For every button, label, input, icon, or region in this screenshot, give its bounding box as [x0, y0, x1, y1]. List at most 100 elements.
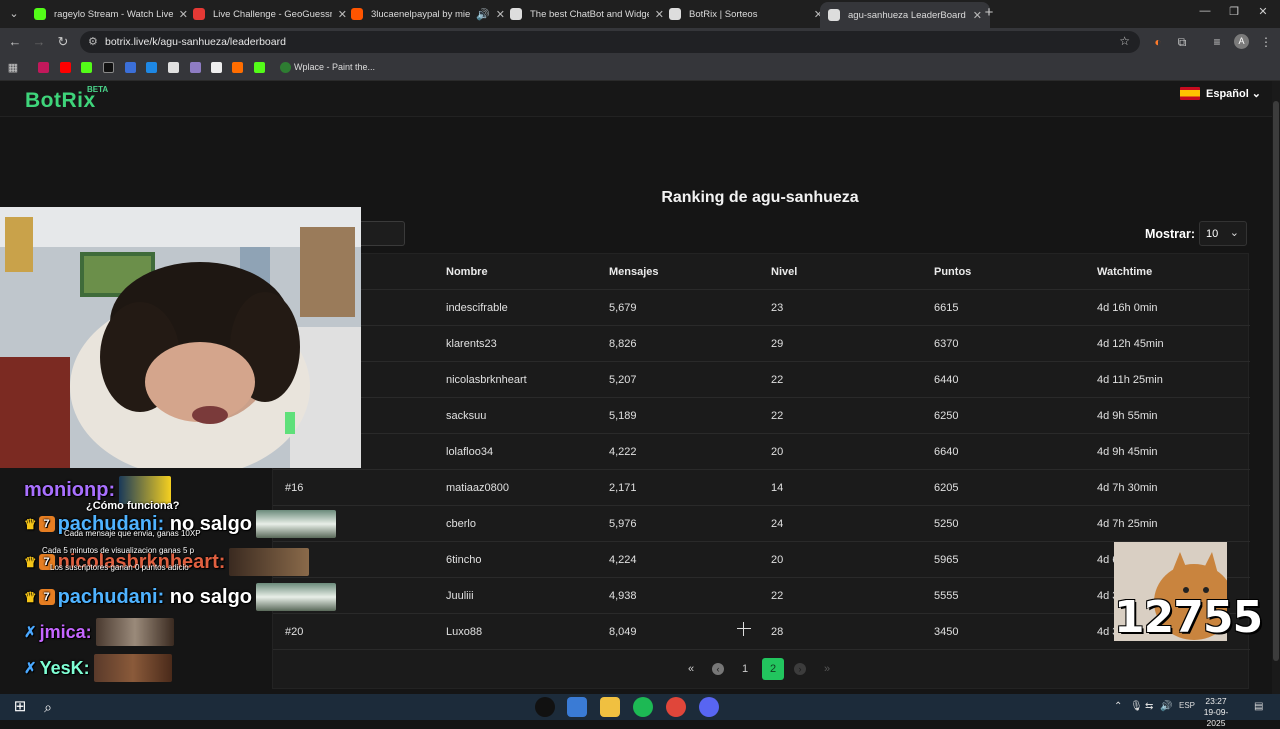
scrollbar-thumb[interactable] — [1273, 101, 1279, 661]
table-row: #16 matiaaz0800 2,171 14 6205 4d 7h 30min — [273, 470, 1250, 506]
page-scrollbar[interactable] — [1272, 81, 1280, 694]
youtube-icon[interactable] — [60, 62, 71, 73]
site-info-icon[interactable]: ⚙ — [88, 35, 98, 48]
chat-message: ✗ jmica: — [24, 618, 174, 646]
bookmark-wplace[interactable]: Wplace - Paint the... — [294, 62, 375, 72]
url-text[interactable]: botrix.live/k/agu-sanhueza/leaderboard — [105, 36, 286, 48]
row-level: 22 — [771, 410, 784, 422]
emote-image — [93, 654, 172, 682]
address-bar[interactable]: ⚙ botrix.live/k/agu-sanhueza/leaderboard… — [80, 31, 1140, 53]
row-watchtime: 4d 16h 0min — [1097, 302, 1158, 314]
row-watchtime: 4d 9h 55min — [1097, 410, 1158, 422]
row-messages: 4,938 — [609, 590, 637, 602]
new-tab-icon[interactable]: + — [980, 4, 998, 22]
mute-icon[interactable]: 🔊 — [476, 8, 490, 21]
system-clock[interactable]: 23:27 19-09-2025 — [1195, 696, 1237, 729]
table-row: Juuliii 4,938 22 5555 4d 3 — [273, 578, 1250, 614]
obs-icon[interactable] — [535, 697, 555, 717]
back-icon[interactable]: ← — [7, 34, 23, 50]
emote-image — [256, 510, 337, 538]
close-window-icon[interactable]: ✕ — [1254, 5, 1272, 18]
kick-icon[interactable] — [254, 62, 265, 73]
row-name: Luxo88 — [446, 626, 483, 638]
file-explorer-icon[interactable] — [600, 697, 620, 717]
column-header-watchtime[interactable]: Watchtime — [1097, 266, 1152, 278]
page-button-1[interactable]: 1 — [734, 658, 756, 680]
kick-icon[interactable] — [81, 62, 92, 73]
chat-text: no salgo — [169, 585, 253, 608]
extension-icon[interactable]: ◐ — [1150, 34, 1166, 50]
column-header-level[interactable]: Nivel — [771, 266, 797, 278]
tab-1[interactable]: Live Challenge - GeoGuessr ✕ — [185, 2, 355, 26]
tab-title: BotRix | Sorteos — [689, 8, 758, 20]
tab-5[interactable]: agu-sanhueza LeaderBoard | Th ✕ — [820, 2, 990, 28]
bookmark-star-icon[interactable]: ☆ — [1119, 34, 1130, 48]
tab-2[interactable]: 3lucaenelpaypal by mierdal 🔊 ✕ — [343, 2, 513, 26]
language-indicator[interactable]: ESP — [1179, 701, 1195, 710]
tab-search-icon[interactable]: ⌄ — [4, 4, 24, 24]
bookmark-icon[interactable] — [38, 62, 49, 73]
wplace-icon[interactable] — [280, 62, 291, 73]
tab-title: Live Challenge - GeoGuessr — [213, 8, 332, 20]
table-header: Nombre Mensajes Nivel Puntos Watchtime — [273, 254, 1250, 290]
page-size-select[interactable]: 10 ⌄ — [1199, 221, 1247, 246]
notifications-icon[interactable]: ▤ — [1254, 701, 1263, 712]
windows-start-icon[interactable]: ⊞ — [10, 697, 30, 717]
chevron-up-icon[interactable]: ⌃ — [1114, 701, 1122, 712]
tab-3[interactable]: The best ChatBot and Widgets ✕ — [502, 2, 672, 26]
volume-icon[interactable]: 🔊 — [1160, 701, 1172, 712]
row-messages: 5,976 — [609, 518, 637, 530]
extensions-puzzle-icon[interactable]: ⧉ — [1174, 34, 1190, 50]
column-header-messages[interactable]: Mensajes — [609, 266, 659, 278]
bookmark-icon[interactable] — [168, 62, 179, 73]
spotify-icon[interactable] — [633, 697, 653, 717]
profile-avatar[interactable]: A — [1234, 34, 1249, 49]
chat-message: ♛ 7 pachudani: no salgo — [24, 583, 337, 611]
forward-icon[interactable]: → — [31, 34, 47, 50]
row-name: Juuliii — [446, 590, 474, 602]
store-icon[interactable] — [567, 697, 587, 717]
prev-page-button[interactable]: ‹ — [707, 658, 729, 680]
tab-0[interactable]: rageylo Stream - Watch Live on ✕ — [26, 2, 196, 26]
apps-grid-icon[interactable]: ▦ — [5, 60, 21, 76]
bookmark-icon[interactable] — [146, 62, 157, 73]
tiktok-icon[interactable] — [103, 62, 114, 73]
emote-image — [95, 618, 174, 646]
row-watchtime: 4d 12h 45min — [1097, 338, 1164, 350]
reload-icon[interactable]: ↻ — [55, 34, 71, 50]
last-page-button[interactable]: » — [816, 658, 838, 680]
tab-4[interactable]: BotRix | Sorteos ✕ — [661, 2, 831, 26]
network-icon[interactable]: ⇆ — [1145, 701, 1153, 712]
chrome-icon[interactable] — [666, 697, 686, 717]
minimize-icon[interactable]: — — [1196, 5, 1214, 17]
bookmark-icon[interactable] — [232, 62, 243, 73]
media-control-icon[interactable]: ≡ — [1209, 34, 1225, 50]
bookmark-icon[interactable] — [190, 62, 201, 73]
column-header-points[interactable]: Puntos — [934, 266, 971, 278]
row-points: 5555 — [934, 590, 959, 602]
row-name: 6tincho — [446, 554, 482, 566]
bookmark-icon[interactable] — [125, 62, 136, 73]
spain-flag-icon — [1180, 87, 1200, 100]
search-icon[interactable]: ⌕ — [38, 697, 58, 717]
first-page-button[interactable]: « — [680, 658, 702, 680]
restore-icon[interactable]: ❐ — [1225, 5, 1243, 18]
discord-icon[interactable] — [699, 697, 719, 717]
sword-badge-icon: ✗ — [24, 624, 37, 641]
mouse-cursor-icon — [737, 622, 751, 636]
geoguessr-icon — [193, 8, 205, 20]
info-title: ¿Cómo funciona? — [86, 500, 180, 512]
row-messages: 5,207 — [609, 374, 637, 386]
chat-message: ✗ YesK: — [24, 654, 172, 682]
page-button-2[interactable]: 2 — [762, 658, 784, 680]
bookmark-icon[interactable] — [211, 62, 222, 73]
language-selector[interactable]: Español ⌄ — [1180, 87, 1261, 100]
menu-kebab-icon[interactable]: ⋮ — [1258, 34, 1274, 50]
column-header-name[interactable]: Nombre — [446, 266, 488, 278]
botrix-logo[interactable]: BotRix — [25, 89, 96, 113]
chat-username: jmica — [39, 621, 86, 642]
microphone-icon[interactable]: 🎙 — [1130, 701, 1143, 712]
next-page-button[interactable]: › — [789, 658, 811, 680]
search-input[interactable] — [360, 221, 405, 246]
language-label: Español — [1206, 87, 1249, 100]
